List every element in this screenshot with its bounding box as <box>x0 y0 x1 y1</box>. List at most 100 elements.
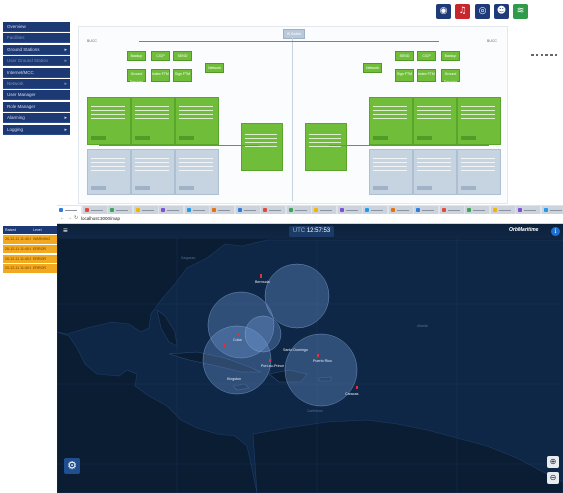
zoom-in-icon[interactable]: ⊕ <box>547 456 559 468</box>
back-arrow-icon[interactable]: ← <box>60 214 65 223</box>
alarm-bell-icon[interactable]: ♫ <box>455 4 470 19</box>
station-action-button[interactable] <box>417 186 432 190</box>
sidebar-item[interactable]: Logging ▸ <box>3 124 70 135</box>
station-box[interactable] <box>131 97 175 145</box>
station-box[interactable] <box>87 149 131 195</box>
station-box[interactable] <box>175 97 219 145</box>
alarm-row[interactable]: 20-12-11 11:40:00 ERROR <box>3 264 59 273</box>
gateway-box[interactable] <box>241 123 283 171</box>
station-action-button[interactable] <box>135 186 150 190</box>
station-action-button[interactable] <box>461 136 476 140</box>
shield-icon[interactable]: ◎ <box>475 4 490 19</box>
station-box[interactable] <box>87 97 131 145</box>
alarm-row[interactable]: 20-12-11 11:40:01 ERROR <box>3 254 59 264</box>
gear-icon[interactable]: ⚙ <box>64 458 80 474</box>
browser-tab[interactable] <box>286 206 311 214</box>
server-icon[interactable]: ◉ <box>436 4 451 19</box>
tab-title-placeholder <box>345 209 358 211</box>
alarm-row[interactable]: 20-12-11 11:40:01 ERROR <box>3 244 59 254</box>
browser-tab[interactable] <box>414 206 438 214</box>
station-action-button[interactable] <box>417 136 432 140</box>
browser-tab[interactable] <box>465 206 489 214</box>
station-action-button[interactable] <box>91 136 106 140</box>
sidebar-item[interactable]: User Manager <box>3 90 70 101</box>
diagram-node[interactable]: Network <box>205 63 224 73</box>
diagram-node[interactable]: SEND <box>395 51 414 61</box>
sidebar-item[interactable]: Role Manager <box>3 101 70 112</box>
menu-icon[interactable]: ≡ <box>63 227 72 235</box>
diagram-node[interactable]: CICP <box>417 51 436 61</box>
diagram-node[interactable]: SEND <box>173 51 192 61</box>
diagram-node[interactable]: Backup <box>441 51 460 61</box>
browser-tab[interactable] <box>133 206 158 214</box>
sidebar-item[interactable]: Alarming ▸ <box>3 113 70 124</box>
tab-title-placeholder <box>396 209 409 211</box>
sidebar-item[interactable]: Network ▸ <box>3 78 70 89</box>
header-level[interactable]: Level <box>31 226 42 234</box>
station-box[interactable] <box>131 149 175 195</box>
station-box[interactable] <box>175 149 219 195</box>
station-box[interactable] <box>369 149 413 195</box>
diagram-node[interactable]: CICP <box>151 51 170 61</box>
wifi-icon[interactable]: ≋ <box>513 4 528 19</box>
browser-tab[interactable] <box>337 206 362 214</box>
browser-tab[interactable] <box>235 206 260 214</box>
station-action-button[interactable] <box>135 136 150 140</box>
sidebar-item[interactable]: Internet/MCC <box>3 67 70 78</box>
user-icon[interactable]: ☻ <box>494 4 509 19</box>
station-action-button[interactable] <box>373 186 388 190</box>
sidebar-item[interactable]: Facilities <box>3 33 70 44</box>
browser-tab[interactable] <box>516 206 540 214</box>
diagram-node-label: CICP <box>422 54 431 58</box>
station-status-line <box>461 170 495 171</box>
browser-tab[interactable] <box>82 206 107 214</box>
diagram-node[interactable]: Sign FTM <box>173 69 192 82</box>
station-box[interactable] <box>457 149 501 195</box>
diagram-node[interactable]: Sign FTM <box>395 69 414 82</box>
station-box[interactable] <box>413 149 457 195</box>
sidebar-item[interactable]: User Ground Station ▸ <box>3 56 70 67</box>
browser-tab[interactable] <box>490 206 515 214</box>
browser-tab[interactable] <box>439 206 464 214</box>
browser-tab[interactable] <box>210 206 234 214</box>
diagram-node[interactable]: Index FTM <box>151 69 170 82</box>
station-action-button[interactable] <box>461 186 476 190</box>
browser-tab[interactable] <box>261 206 285 214</box>
diagram-node[interactable]: Backup <box>127 51 146 61</box>
diagram-node[interactable]: Network <box>363 63 382 73</box>
url-field[interactable]: localhost:3000/map <box>81 214 120 223</box>
browser-tab[interactable] <box>108 206 132 214</box>
tab-title-placeholder <box>269 209 281 211</box>
header-raised[interactable]: Raised <box>3 226 31 234</box>
browser-tab[interactable] <box>312 206 336 214</box>
diagram-node[interactable]: Ground Services <box>127 69 146 84</box>
top-switch-node[interactable]: IS Switch <box>283 29 305 39</box>
browser-tab[interactable] <box>363 206 387 214</box>
zoom-out-icon[interactable]: ⊖ <box>547 472 559 484</box>
reload-icon[interactable]: ↻ <box>74 214 78 223</box>
diagram-node[interactable]: Ground Services <box>441 69 460 84</box>
sidebar-item[interactable]: Overview <box>3 22 70 32</box>
chevron-right-icon: ▸ <box>64 126 67 133</box>
gateway-box[interactable] <box>305 123 347 171</box>
station-action-button[interactable] <box>179 186 194 190</box>
info-icon[interactable]: i <box>551 227 560 236</box>
browser-tab[interactable] <box>184 206 209 214</box>
browser-tab[interactable] <box>57 206 81 214</box>
station-box[interactable] <box>457 97 501 145</box>
station-action-button[interactable] <box>91 186 106 190</box>
map-view[interactable]: Sargasso Atlantic Caribbean Bermuda Cuba… <box>57 224 563 493</box>
tab-favicon-icon <box>84 208 89 212</box>
station-box[interactable] <box>369 97 413 145</box>
browser-tab[interactable] <box>541 206 563 214</box>
tab-favicon-icon <box>339 208 344 212</box>
station-action-button[interactable] <box>373 136 388 140</box>
browser-tab[interactable] <box>388 206 413 214</box>
station-action-button[interactable] <box>179 136 194 140</box>
station-box[interactable] <box>413 97 457 145</box>
alarm-row[interactable]: 20-12-11 11:40:15 WARNING <box>3 235 59 244</box>
diagram-node[interactable]: Index FTM <box>417 69 436 82</box>
sidebar-item[interactable]: Ground Stations ▸ <box>3 44 70 55</box>
browser-tab[interactable] <box>159 206 183 214</box>
forward-arrow-icon[interactable]: → <box>67 214 72 223</box>
